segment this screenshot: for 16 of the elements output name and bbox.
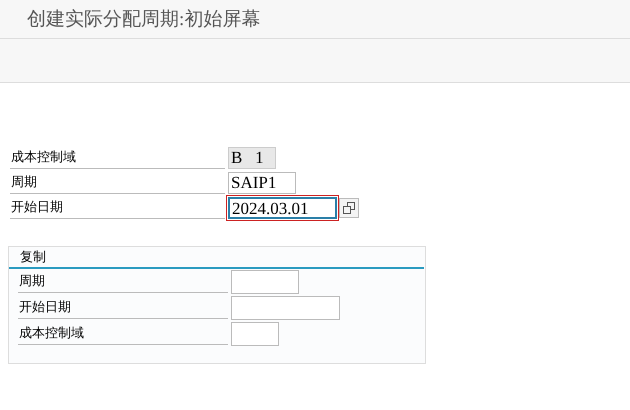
value-help-icon: [342, 200, 356, 214]
field-label: 成本控制域: [10, 146, 225, 168]
input-field[interactable]: SAIP1: [228, 172, 296, 194]
field-label: 周期: [18, 271, 228, 293]
field-label: 周期: [10, 172, 225, 194]
input-field[interactable]: 2024.03.01: [228, 196, 337, 218]
window-title: 创建实际分配周期:初始屏幕: [27, 9, 260, 30]
field-label: 成本控制域: [18, 323, 228, 345]
value-help-button[interactable]: [339, 198, 359, 218]
field-label: 开始日期: [18, 297, 228, 319]
input-field[interactable]: B 1: [228, 146, 276, 168]
input-field[interactable]: [231, 322, 279, 346]
group-title: 复制: [9, 247, 424, 269]
input-field[interactable]: [231, 296, 340, 320]
input-field[interactable]: [231, 270, 299, 294]
field-label: 开始日期: [10, 196, 225, 218]
